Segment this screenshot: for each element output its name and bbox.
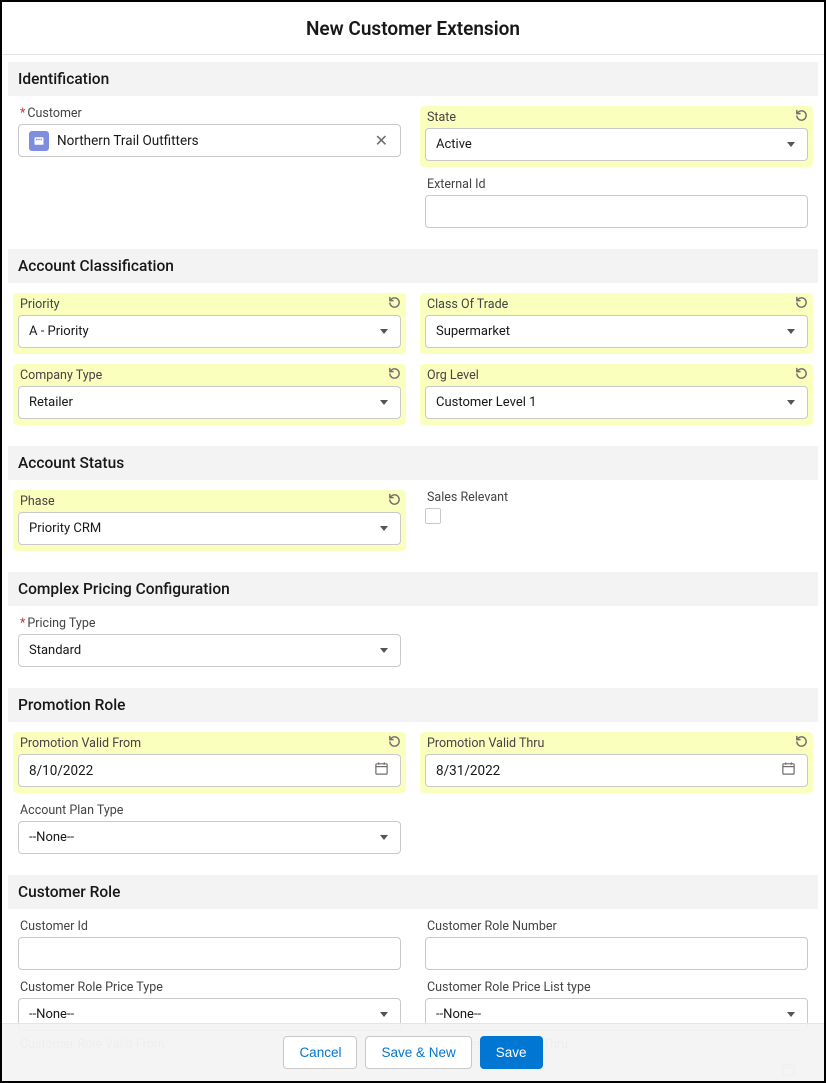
input-customer-id[interactable] — [18, 937, 401, 970]
undo-icon[interactable] — [794, 366, 809, 385]
undo-icon[interactable] — [387, 734, 402, 753]
label-phase: Phase — [18, 494, 401, 509]
label-customer-role-number: Customer Role Number — [425, 919, 808, 934]
field-promotion-valid-from: Promotion Valid From 8/10/2022 — [13, 732, 406, 793]
chevron-down-icon — [787, 329, 795, 334]
calendar-icon — [781, 761, 796, 780]
section-header-account-status: Account Status — [8, 446, 818, 480]
section-header-complex-pricing: Complex Pricing Configuration — [8, 572, 818, 606]
label-org-level: Org Level — [425, 368, 808, 383]
label-promotion-valid-thru: Promotion Valid Thru — [425, 736, 808, 751]
chevron-down-icon — [380, 835, 388, 840]
modal-body: Identification *Customer Northern Trail … — [2, 55, 824, 1081]
save-and-new-button[interactable]: Save & New — [365, 1036, 471, 1069]
input-external-id[interactable] — [425, 195, 808, 228]
label-pricing-type: *Pricing Type — [18, 616, 401, 631]
label-company-type: Company Type — [18, 368, 401, 383]
account-icon — [29, 131, 49, 151]
chevron-down-icon — [787, 1012, 795, 1017]
label-customer-role-price-type: Customer Role Price Type — [18, 980, 401, 995]
section-header-promotion-role: Promotion Role — [8, 688, 818, 722]
chevron-down-icon — [380, 526, 388, 531]
label-priority: Priority — [18, 297, 401, 312]
undo-icon[interactable] — [387, 366, 402, 385]
field-customer-id: Customer Id — [18, 919, 401, 970]
field-sales-relevant: Sales Relevant — [425, 490, 808, 524]
date-promotion-valid-thru[interactable]: 8/31/2022 — [425, 754, 808, 787]
chevron-down-icon — [380, 648, 388, 653]
field-priority: Priority A - Priority — [13, 293, 406, 354]
select-phase[interactable]: Priority CRM — [18, 512, 401, 545]
modal-header: New Customer Extension — [2, 2, 824, 55]
undo-icon[interactable] — [794, 295, 809, 314]
modal-title: New Customer Extension — [2, 17, 824, 40]
section-header-customer-role: Customer Role — [8, 875, 818, 909]
date-promotion-valid-from[interactable]: 8/10/2022 — [18, 754, 401, 787]
section-header-identification: Identification — [8, 62, 818, 96]
label-account-plan-type: Account Plan Type — [18, 803, 401, 818]
label-promotion-valid-from: Promotion Valid From — [18, 736, 401, 751]
chevron-down-icon — [787, 400, 795, 405]
select-state[interactable]: Active — [425, 128, 808, 161]
field-state: State Active — [420, 106, 813, 167]
lookup-customer-value: Northern Trail Outfitters — [57, 133, 373, 149]
field-promotion-valid-thru: Promotion Valid Thru 8/31/2022 — [420, 732, 813, 793]
field-external-id: External Id — [425, 177, 808, 228]
undo-icon[interactable] — [794, 108, 809, 127]
select-org-level[interactable]: Customer Level 1 — [425, 386, 808, 419]
modal-footer: Cancel Save & New Save — [2, 1023, 824, 1081]
label-external-id: External Id — [425, 177, 808, 192]
chevron-down-icon — [787, 142, 795, 147]
lookup-customer[interactable]: Northern Trail Outfitters ✕ — [18, 124, 401, 157]
chevron-down-icon — [380, 400, 388, 405]
checkbox-sales-relevant[interactable] — [425, 508, 441, 524]
save-button[interactable]: Save — [480, 1036, 543, 1069]
field-company-type: Company Type Retailer — [13, 364, 406, 425]
select-class-of-trade[interactable]: Supermarket — [425, 315, 808, 348]
field-pricing-type: *Pricing Type Standard — [18, 616, 401, 667]
label-sales-relevant: Sales Relevant — [425, 490, 808, 505]
select-pricing-type[interactable]: Standard — [18, 634, 401, 667]
undo-icon[interactable] — [794, 734, 809, 753]
select-account-plan-type[interactable]: --None-- — [18, 821, 401, 854]
field-class-of-trade: Class Of Trade Supermarket — [420, 293, 813, 354]
label-state: State — [425, 110, 808, 125]
select-company-type[interactable]: Retailer — [18, 386, 401, 419]
chevron-down-icon — [380, 1012, 388, 1017]
input-customer-role-number[interactable] — [425, 937, 808, 970]
label-customer: *Customer — [18, 106, 401, 121]
field-org-level: Org Level Customer Level 1 — [420, 364, 813, 425]
field-customer: *Customer Northern Trail Outfitters ✕ — [18, 106, 401, 157]
modal-new-customer-extension: New Customer Extension Identification *C… — [0, 0, 826, 1083]
select-priority[interactable]: A - Priority — [18, 315, 401, 348]
clear-icon[interactable]: ✕ — [373, 131, 390, 150]
chevron-down-icon — [380, 329, 388, 334]
label-class-of-trade: Class Of Trade — [425, 297, 808, 312]
label-customer-id: Customer Id — [18, 919, 401, 934]
calendar-icon — [374, 761, 389, 780]
field-phase: Phase Priority CRM — [13, 490, 406, 551]
undo-icon[interactable] — [387, 295, 402, 314]
field-account-plan-type: Account Plan Type --None-- — [18, 803, 401, 854]
section-header-account-classification: Account Classification — [8, 249, 818, 283]
label-customer-role-price-list-type: Customer Role Price List type — [425, 980, 808, 995]
field-customer-role-number: Customer Role Number — [425, 919, 808, 970]
cancel-button[interactable]: Cancel — [283, 1036, 357, 1069]
undo-icon[interactable] — [387, 492, 402, 511]
